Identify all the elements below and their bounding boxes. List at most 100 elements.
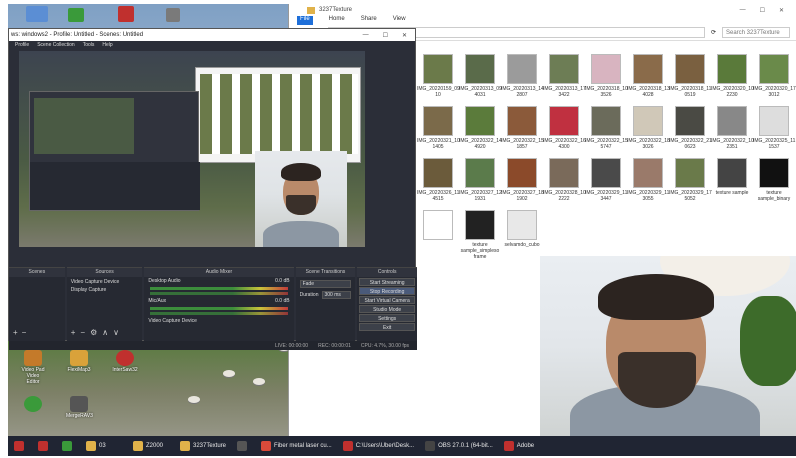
- file-item[interactable]: texture sample_simpleso frame: [459, 210, 501, 260]
- file-item[interactable]: IMG_20220322_14 4920: [459, 106, 502, 150]
- menu-scene-collection[interactable]: Scene Collection: [37, 42, 75, 48]
- close-icon[interactable]: ✕: [402, 32, 407, 39]
- taskbar-item[interactable]: [233, 438, 254, 454]
- chevron-up-icon[interactable]: ∧: [102, 328, 108, 337]
- computer-icon[interactable]: [26, 6, 48, 22]
- file-item[interactable]: IMG_20220318_13 4028: [627, 54, 670, 98]
- search-input[interactable]: Search 3237Texture: [722, 27, 790, 38]
- remove-source-icon[interactable]: −: [80, 328, 85, 337]
- file-item[interactable]: texture sample_binary: [753, 158, 795, 202]
- ribbon-file[interactable]: File: [297, 16, 313, 25]
- file-item[interactable]: IMG_20220322_16 4300: [543, 106, 586, 150]
- file-item[interactable]: IMG_20220318_10 3526: [585, 54, 628, 98]
- file-item[interactable]: [417, 210, 459, 260]
- taskbar-label: 03: [99, 443, 106, 449]
- refresh-icon[interactable]: ⟳: [711, 29, 716, 36]
- file-item[interactable]: IMG_20220313_17 3422: [543, 54, 586, 98]
- settings-button[interactable]: Settings: [359, 314, 416, 322]
- file-item[interactable]: IMG_20220322_15 5747: [585, 106, 628, 150]
- menu-help[interactable]: Help: [102, 42, 112, 48]
- file-item[interactable]: IMG_20220321_10 1405: [417, 106, 460, 150]
- taskbar-item[interactable]: Fiber metal laser cu...: [257, 438, 336, 454]
- taskbar-label: Z2000: [146, 443, 164, 449]
- file-item[interactable]: IMG_20220322_18 3026: [627, 106, 670, 150]
- volume-slider[interactable]: [150, 292, 288, 295]
- minimize-icon[interactable]: —: [740, 7, 746, 14]
- taskbar-item[interactable]: Z2000: [129, 438, 173, 454]
- source-item[interactable]: Display Capture: [67, 287, 143, 293]
- app-icon[interactable]: [68, 8, 84, 22]
- taskbar-item[interactable]: Adobe: [500, 438, 560, 454]
- source-item[interactable]: Video Capture Device: [67, 277, 143, 287]
- file-item[interactable]: selvamdo_cubo: [501, 210, 543, 260]
- file-item[interactable]: IMG_20220318_11 0519: [669, 54, 711, 98]
- maximize-icon[interactable]: ☐: [760, 7, 765, 14]
- menu-profile[interactable]: Profile: [15, 42, 29, 48]
- obs-statusbar: LIVE: 00:00:00 REC: 00:00:01 CPU: 4.7%, …: [9, 341, 417, 350]
- taskbar-item[interactable]: [10, 438, 31, 454]
- taskbar-item[interactable]: [58, 438, 79, 454]
- file-item[interactable]: texture sample: [711, 158, 753, 202]
- remove-scene-icon[interactable]: −: [22, 328, 27, 337]
- file-item[interactable]: IMG_20220329_11 3447: [585, 158, 627, 202]
- file-item[interactable]: IMG_20220329_11 3055: [627, 158, 669, 202]
- desktop-icon-videopad[interactable]: Video Pad Video Editor: [20, 350, 46, 385]
- file-item[interactable]: IMG_20220320_17 3012: [753, 54, 796, 98]
- maximize-icon[interactable]: ☐: [383, 32, 388, 39]
- obs-icon: [237, 441, 248, 451]
- file-item[interactable]: IMG_20220327_18 1902: [501, 158, 544, 202]
- preview-explorer: [195, 67, 361, 163]
- desktop-icon-fleximap[interactable]: FlexiMap3: [66, 350, 92, 373]
- taskbar-item[interactable]: 03: [82, 438, 126, 454]
- add-scene-icon[interactable]: +: [13, 328, 18, 337]
- file-item[interactable]: IMG_20220159_09 10: [417, 54, 460, 98]
- file-item[interactable]: IMG_20220325_11 1537: [753, 106, 795, 150]
- transition-select[interactable]: Fade: [299, 280, 352, 288]
- taskbar-item[interactable]: C:\Users\Uber\Desk...: [339, 438, 418, 454]
- file-item[interactable]: IMG_20220328_10 2222: [543, 158, 586, 202]
- file-item[interactable]: IMG_20220322_15 1857: [501, 106, 544, 150]
- start-virtual-camera-button[interactable]: Start Virtual Camera: [359, 296, 416, 304]
- add-source-icon[interactable]: +: [71, 328, 76, 337]
- volume-slider[interactable]: [150, 312, 288, 315]
- file-item[interactable]: IMG_20220322_21 0623: [669, 106, 712, 150]
- taskbar-item[interactable]: 3237Texture: [176, 438, 230, 454]
- file-item[interactable]: IMG_20220329_17 5052: [669, 158, 712, 202]
- ribbon-share[interactable]: Share: [361, 16, 377, 25]
- ribbon-view[interactable]: View: [393, 16, 406, 25]
- taskbar: 03 Z2000 3237Texture Fiber metal laser cu..…: [8, 436, 796, 456]
- file-item[interactable]: IMG_20220313_14 2807: [501, 54, 544, 98]
- file-thumbnail: [507, 54, 537, 84]
- file-item[interactable]: IMG_20220327_12 1931: [459, 158, 502, 202]
- file-name: IMG_20220313_14 2807: [501, 86, 544, 98]
- app-icon[interactable]: [166, 8, 180, 22]
- desktop-icon-merge[interactable]: MergeRAV3: [66, 396, 93, 419]
- file-item[interactable]: IMG_20220313_09 4031: [459, 54, 502, 98]
- obs-preview[interactable]: [19, 51, 365, 247]
- taskbar-item[interactable]: OBS 27.0.1 (64-bit...: [421, 438, 497, 454]
- gear-icon[interactable]: ⚙: [90, 328, 97, 337]
- app-icon[interactable]: [118, 6, 134, 22]
- file-name: IMG_20220321_10 1405: [417, 138, 460, 150]
- file-item[interactable]: IMG_20220326_11 4515: [417, 158, 459, 202]
- start-streaming-button[interactable]: Start Streaming: [359, 278, 416, 286]
- minimize-icon[interactable]: —: [363, 32, 369, 39]
- stop-recording-button[interactable]: Stop Recording: [359, 287, 416, 295]
- rec-status: REC: 00:00:01: [318, 342, 351, 349]
- file-item[interactable]: IMG_20220320_10 2230: [711, 54, 754, 98]
- desktop-icon-intersaw[interactable]: InterSaw32: [112, 350, 138, 373]
- file-item[interactable]: IMG_20220322_10 2351: [711, 106, 754, 150]
- duration-input[interactable]: 300 ms: [321, 291, 352, 299]
- close-icon[interactable]: ✕: [779, 7, 784, 14]
- studio-mode-button[interactable]: Studio Mode: [359, 305, 416, 313]
- taskbar-item[interactable]: [34, 438, 55, 454]
- exit-button[interactable]: Exit: [359, 323, 416, 331]
- explorer-title: 3237Texture: [319, 7, 353, 13]
- file-thumbnail: [759, 158, 789, 188]
- ribbon-home[interactable]: Home: [329, 16, 345, 25]
- menu-tools[interactable]: Tools: [83, 42, 95, 48]
- file-name: texture sample: [715, 190, 749, 196]
- desktop-icon-recycle[interactable]: [20, 396, 46, 413]
- chevron-down-icon[interactable]: ∨: [113, 328, 119, 337]
- file-name: IMG_20220325_11 1537: [753, 138, 796, 150]
